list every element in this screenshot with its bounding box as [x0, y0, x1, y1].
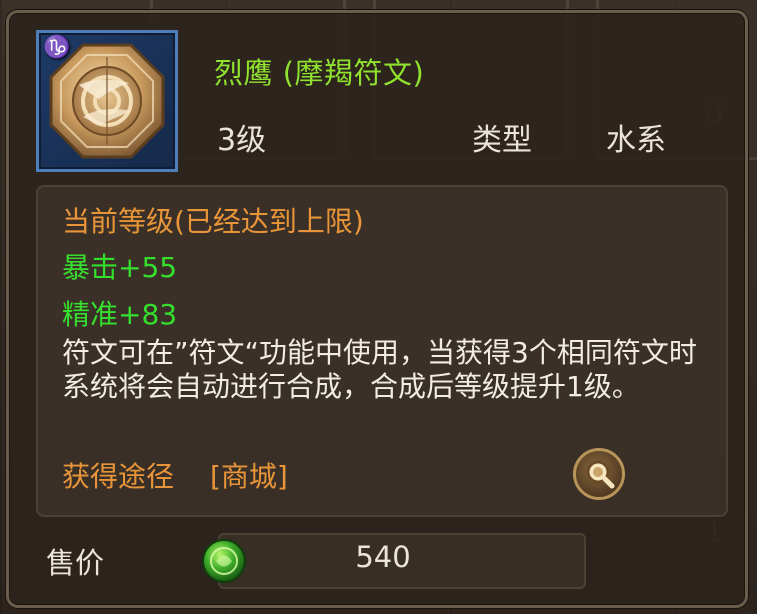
- zodiac-glyph: ♑: [43, 35, 71, 60]
- magnifier-icon: [586, 460, 615, 489]
- source-link-shop[interactable]: [商城]: [210, 455, 288, 495]
- item-level: 3级: [217, 123, 267, 158]
- stat-accuracy: 精准+83: [62, 298, 178, 331]
- price-value: 540: [355, 540, 411, 574]
- item-title: 烈鹰 (摩羯符文): [214, 56, 425, 90]
- item-type-label: 类型: [472, 123, 532, 158]
- level-status: 当前等级(已经达到上限): [62, 205, 364, 238]
- stat-crit: 暴击+55: [62, 251, 178, 284]
- item-type-value: 水系: [606, 123, 666, 158]
- item-description: 符文可在”符文“功能中使用，当获得3个相同符文时系统将会自动进行合成，合成后等级…: [62, 336, 697, 403]
- game-screen: 3 1 ♑: [0, 0, 757, 614]
- item-icon-frame: ♑: [36, 30, 178, 172]
- price-label: 售价: [46, 546, 105, 580]
- search-button[interactable]: [573, 448, 625, 500]
- source-label: 获得途径: [62, 460, 175, 493]
